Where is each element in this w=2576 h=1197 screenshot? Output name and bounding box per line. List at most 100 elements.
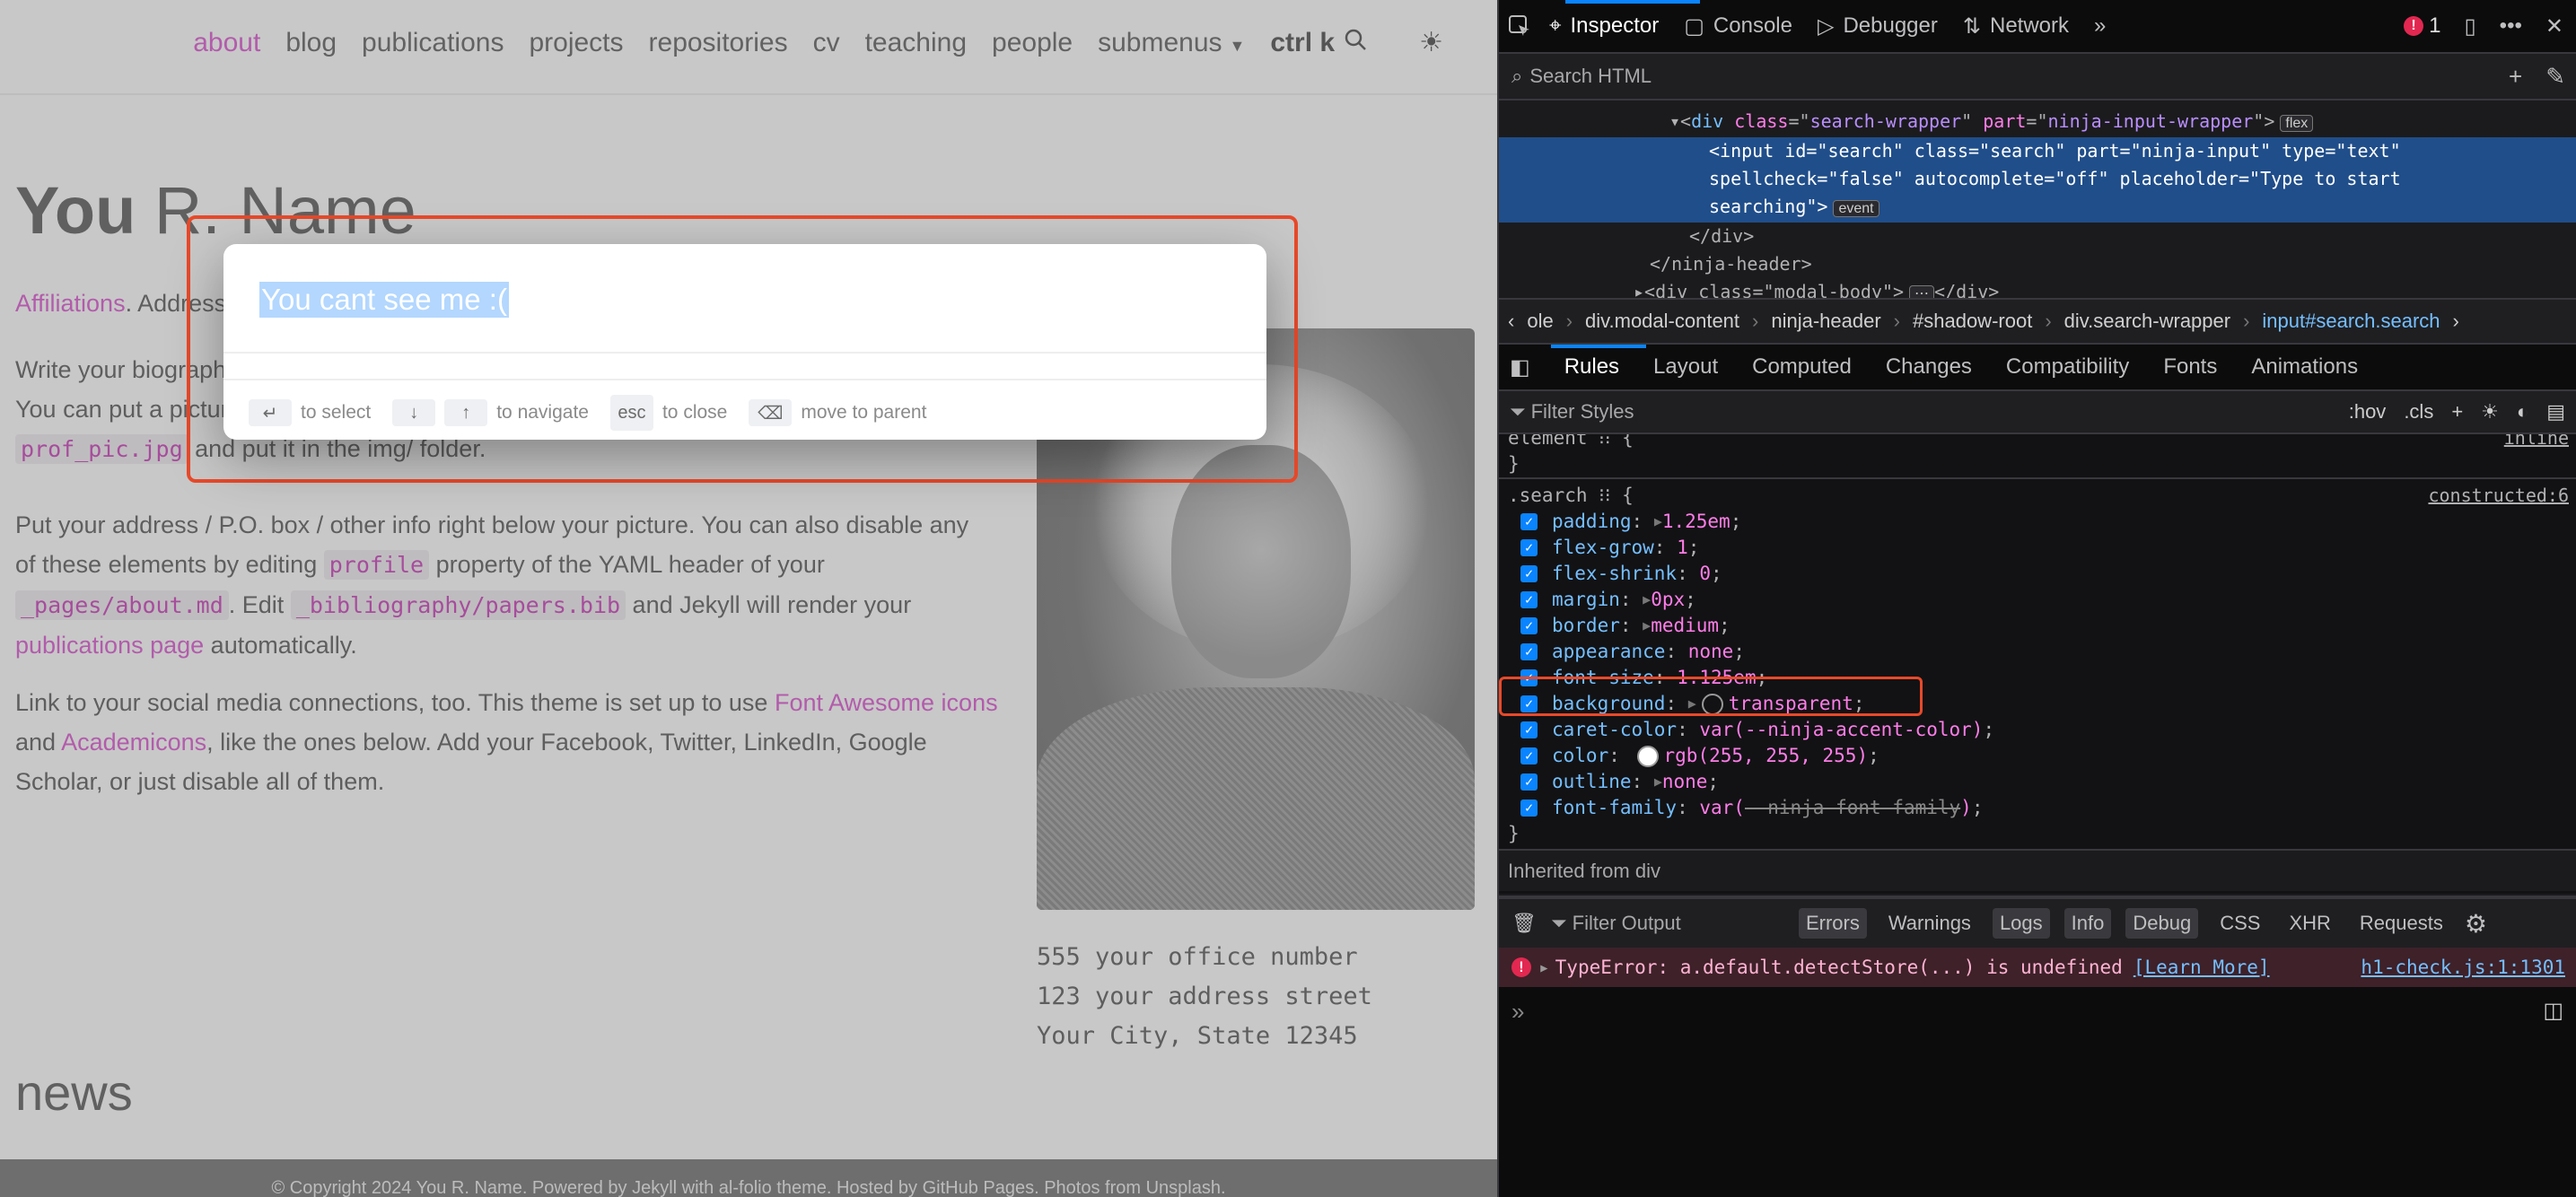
tab-console[interactable]: ▢ Console xyxy=(1684,13,1792,39)
enable-checkbox[interactable]: ✓ xyxy=(1520,799,1538,817)
academicons-link[interactable]: Academicons xyxy=(61,729,206,756)
enable-checkbox[interactable]: ✓ xyxy=(1520,565,1538,582)
enable-checkbox[interactable]: ✓ xyxy=(1520,747,1538,765)
error-location-link[interactable]: h1-check.js:1:1301 xyxy=(2361,957,2565,978)
tab-changes[interactable]: Changes xyxy=(1886,354,1972,380)
breadcrumb-item[interactable]: div.modal-content xyxy=(1585,310,1739,333)
enable-checkbox[interactable]: ✓ xyxy=(1520,643,1538,660)
breadcrumb-item[interactable]: ole xyxy=(1527,310,1553,333)
nav-teaching[interactable]: teaching xyxy=(865,28,967,58)
enable-checkbox[interactable]: ✓ xyxy=(1520,591,1538,608)
theme-toggle-button[interactable]: ☀ xyxy=(1419,27,1443,58)
more-tabs-button[interactable]: » xyxy=(2094,13,2106,39)
filter-css[interactable]: CSS xyxy=(2212,908,2267,939)
search-shortcut-button[interactable]: ctrl k xyxy=(1270,28,1367,58)
breadcrumb-item-current[interactable]: input#search.search xyxy=(2262,310,2440,333)
affiliations-link[interactable]: Affiliations xyxy=(15,290,126,317)
hov-toggle[interactable]: :hov xyxy=(2349,400,2387,424)
filter-logs[interactable]: Logs xyxy=(1992,908,2050,939)
breadcrumb-scroll-left[interactable]: ‹ xyxy=(1508,310,1514,333)
element-picker-button[interactable] xyxy=(1508,14,1531,38)
search-html-input[interactable]: Search HTML xyxy=(1529,65,1652,88)
tab-inspector[interactable]: ⌖ Inspector xyxy=(1549,13,1659,39)
filter-debug[interactable]: Debug xyxy=(2125,908,2199,939)
declaration-border[interactable]: ✓ border: ▶ medium; xyxy=(1508,613,2569,639)
declaration-appearance[interactable]: ✓ appearance: none; xyxy=(1508,639,2569,665)
declaration-padding[interactable]: ✓ padding: ▶ 1.25em; xyxy=(1508,509,2569,535)
close-devtools-button[interactable]: ✕ xyxy=(2545,13,2563,39)
console-input[interactable]: » ◫ xyxy=(1499,987,2576,1197)
flex-badge[interactable]: flex xyxy=(2280,115,2314,132)
font-awesome-link[interactable]: Font Awesome icons xyxy=(775,689,998,716)
filter-requests[interactable]: Requests xyxy=(2353,908,2450,939)
light-scheme-icon[interactable]: ☀ xyxy=(2481,400,2499,424)
split-console-icon[interactable]: ◫ xyxy=(2543,998,2563,1024)
tab-layout[interactable]: Layout xyxy=(1653,354,1718,380)
nav-cv[interactable]: cv xyxy=(813,28,840,58)
declaration-margin[interactable]: ✓ margin: ▶ 0px; xyxy=(1508,587,2569,613)
rule-source-link[interactable]: constructed:6 xyxy=(2428,483,2569,509)
console-settings-icon[interactable]: ⚙ xyxy=(2465,909,2487,939)
enable-checkbox[interactable]: ✓ xyxy=(1520,617,1538,634)
console-error-message[interactable]: ! ▸ TypeError: a.default.detectStore(...… xyxy=(1499,948,2576,987)
responsive-design-button[interactable]: ▯ xyxy=(2464,13,2475,39)
tab-compatibility[interactable]: Compatibility xyxy=(2006,354,2129,380)
search-shortcut-label: ctrl k xyxy=(1270,27,1336,57)
console-toolbar: 🗑 ⏷ Filter Output Errors Warnings Logs I… xyxy=(1499,896,2576,948)
add-node-button[interactable]: + xyxy=(2509,63,2522,91)
learn-more-link[interactable]: [Learn More] xyxy=(2134,957,2270,978)
markup-node-input-selected[interactable]: <input id="search" class="search" part="… xyxy=(1499,137,2576,223)
breadcrumb-scroll-right[interactable]: › xyxy=(2453,310,2459,333)
nav-publications[interactable]: publications xyxy=(362,28,504,58)
error-count-badge[interactable]: ! 1 xyxy=(2404,13,2440,39)
nav-people[interactable]: people xyxy=(992,28,1073,58)
print-media-icon[interactable]: ▤ xyxy=(2546,400,2565,424)
filter-warnings[interactable]: Warnings xyxy=(1881,908,1978,939)
nav-submenus[interactable]: submenus ▼ xyxy=(1098,28,1245,58)
tab-animations[interactable]: Animations xyxy=(2251,354,2358,380)
event-badge[interactable]: event xyxy=(1833,200,1879,217)
trash-icon[interactable]: 🗑 xyxy=(1511,912,1537,935)
enable-checkbox[interactable]: ✓ xyxy=(1520,721,1538,738)
declaration-flex-shrink[interactable]: ✓ flex-shrink: 0; xyxy=(1508,561,2569,587)
markup-close-div: </div> xyxy=(1689,225,1755,247)
filter-xhr[interactable]: XHR xyxy=(2282,908,2337,939)
nav-repositories[interactable]: repositories xyxy=(649,28,788,58)
publications-page-link[interactable]: publications page xyxy=(15,632,204,659)
enable-checkbox[interactable]: ✓ xyxy=(1520,539,1538,556)
tab-computed[interactable]: Computed xyxy=(1752,354,1852,380)
markup-node-search-wrapper[interactable]: ▾<div class="search-wrapper" part="ninja… xyxy=(1499,108,2576,137)
markup-node-modal-body[interactable]: ▸<div class="modal-body"> ⋯ </div> xyxy=(1499,278,2576,298)
tab-debugger[interactable]: ▷ Debugger xyxy=(1818,13,1938,39)
nav-about[interactable]: about xyxy=(193,28,260,58)
search-input[interactable]: You cant see me :( xyxy=(259,282,509,318)
cls-toggle[interactable]: .cls xyxy=(2404,400,2433,424)
tab-fonts[interactable]: Fonts xyxy=(2163,354,2217,380)
declaration-color[interactable]: ✓ color: rgb(255, 255, 255); xyxy=(1508,743,2569,769)
breadcrumb-item[interactable]: #shadow-root xyxy=(1913,310,2032,333)
color-swatch[interactable] xyxy=(1636,745,1659,767)
declaration-caret-color[interactable]: ✓ caret-color: var(--ninja-accent-color); xyxy=(1508,717,2569,743)
filter-info[interactable]: Info xyxy=(2063,908,2112,939)
nav-blog[interactable]: blog xyxy=(285,28,337,58)
filter-styles-input[interactable]: Filter Styles xyxy=(1531,400,1634,424)
filter-output-input[interactable]: ⏷ Filter Output xyxy=(1551,912,1784,935)
more-options-button[interactable]: ••• xyxy=(2500,13,2522,39)
tab-network[interactable]: ⇅ Network xyxy=(1963,13,2069,39)
filter-errors[interactable]: Errors xyxy=(1798,908,1867,939)
enable-checkbox[interactable]: ✓ xyxy=(1520,773,1538,791)
declaration-flex-grow[interactable]: ✓ flex-grow: 1; xyxy=(1508,535,2569,561)
expand-arrow-icon[interactable]: ▸ xyxy=(1538,957,1550,978)
enable-checkbox[interactable]: ✓ xyxy=(1520,513,1538,530)
declaration-font-family[interactable]: ✓ font-family: var(--ninja-font-family); xyxy=(1508,795,2569,821)
nav-projects[interactable]: projects xyxy=(529,28,623,58)
breadcrumb-item[interactable]: ninja-header xyxy=(1771,310,1880,333)
toggle-sidebar-button[interactable]: ◧ xyxy=(1510,354,1530,380)
tab-rules[interactable]: Rules xyxy=(1564,354,1619,380)
add-rule-button[interactable]: + xyxy=(2451,400,2463,424)
hint-close: to close xyxy=(662,402,728,423)
declaration-outline[interactable]: ✓ outline: ▶ none; xyxy=(1508,769,2569,795)
dark-scheme-icon[interactable]: ◐ xyxy=(2517,400,2528,424)
breadcrumb-item[interactable]: div.search-wrapper xyxy=(2064,310,2230,333)
eyedropper-button[interactable]: ✎ xyxy=(2545,63,2565,91)
